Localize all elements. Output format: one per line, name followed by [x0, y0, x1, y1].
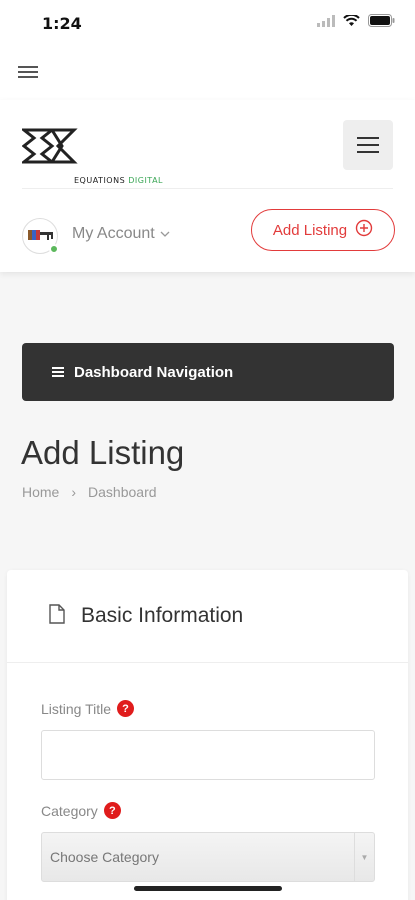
breadcrumb: Home › Dashboard [22, 484, 157, 500]
hamburger-icon [52, 365, 64, 379]
category-label: Category ? [41, 802, 121, 819]
card-header: Basic Information [7, 570, 408, 663]
basic-information-card: Basic Information Listing Title ? Catego… [7, 570, 408, 900]
site-header: EQUATIONS DIGITAL My Account Add Listing [0, 100, 415, 272]
online-status-dot [49, 244, 59, 254]
help-icon[interactable]: ? [103, 802, 121, 819]
my-account-dropdown[interactable]: My Account [72, 225, 171, 243]
status-icons [317, 13, 395, 32]
breadcrumb-home[interactable]: Home [22, 484, 59, 500]
logo-icon [19, 128, 78, 164]
add-listing-label: Add Listing [272, 221, 348, 239]
battery-icon [368, 14, 395, 32]
document-icon [49, 603, 65, 629]
home-indicator [134, 886, 282, 891]
section-title: Basic Information [81, 604, 244, 627]
dashboard-navigation-button[interactable]: Dashboard Navigation [22, 343, 394, 401]
breadcrumb-dashboard[interactable]: Dashboard [88, 484, 157, 500]
page-title: Add Listing [21, 434, 185, 471]
logo[interactable]: EQUATIONS DIGITAL [19, 126, 163, 185]
my-account-label: My Account [72, 225, 155, 242]
avatar[interactable] [22, 218, 59, 254]
dashboard-navigation-label: Dashboard Navigation [74, 363, 234, 381]
listing-title-input[interactable] [41, 730, 375, 780]
signal-icon [317, 14, 335, 32]
category-select[interactable]: Choose Category ▼ [41, 832, 375, 882]
status-bar: 1:24 [0, 0, 415, 46]
top-bar [0, 46, 415, 100]
main-menu-button[interactable] [343, 120, 393, 170]
select-arrow-icon: ▼ [354, 833, 374, 881]
menu-icon[interactable] [18, 66, 38, 80]
breadcrumb-separator-icon: › [71, 484, 77, 500]
help-icon[interactable]: ? [117, 700, 135, 717]
category-selected-value: Choose Category [50, 849, 159, 865]
logo-text: EQUATIONS DIGITAL [74, 176, 163, 185]
status-time: 1:24 [42, 14, 82, 33]
listing-title-label: Listing Title ? [41, 700, 135, 717]
add-listing-button[interactable]: Add Listing [251, 209, 395, 251]
chevron-down-icon [159, 225, 171, 243]
wifi-icon [343, 13, 360, 32]
header-divider [22, 188, 393, 189]
hamburger-icon [357, 137, 379, 139]
plus-circle-icon [355, 219, 373, 241]
